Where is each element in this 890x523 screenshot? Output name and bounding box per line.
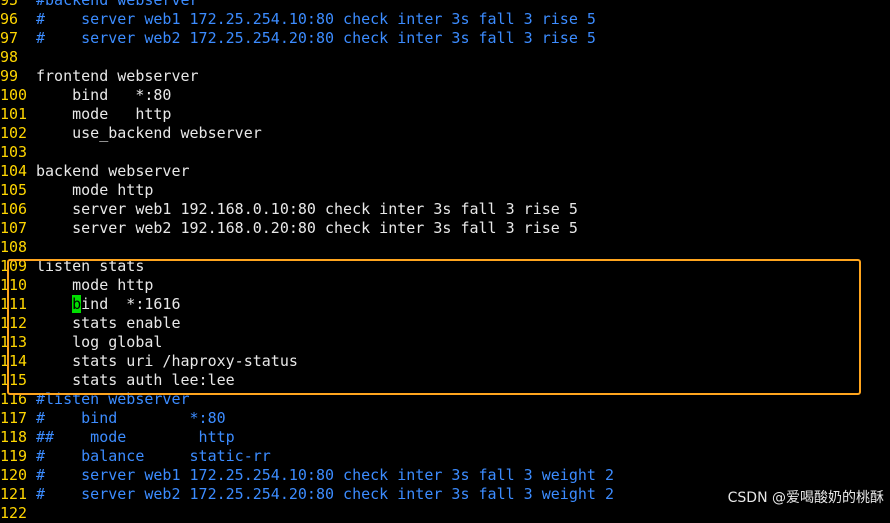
line-number: 97	[0, 29, 19, 47]
editor-line[interactable]: 120 # server web1 172.25.254.10:80 check …	[0, 466, 890, 485]
comment-text[interactable]: # server web1 172.25.254.10:80 check int…	[36, 466, 614, 484]
editor-line[interactable]: 100 bind *:80	[0, 86, 890, 105]
editor-line[interactable]: 102 use_backend webserver	[0, 124, 890, 143]
comment-text[interactable]: # server web2 172.25.254.20:80 check int…	[36, 485, 614, 503]
code-text[interactable]: server web2 192.168.0.20:80 check inter …	[36, 219, 578, 237]
line-number: 96	[0, 10, 19, 28]
editor-line[interactable]: 110 mode http	[0, 276, 890, 295]
editor-line[interactable]: 101 mode http	[0, 105, 890, 124]
line-number: 106	[0, 200, 28, 218]
line-number: 99	[0, 67, 19, 85]
editor-line[interactable]: 114 stats uri /haproxy-status	[0, 352, 890, 371]
line-number: 117	[0, 409, 28, 427]
editor-line[interactable]: 119 # balance static-rr	[0, 447, 890, 466]
editor-line[interactable]: 105 mode http	[0, 181, 890, 200]
line-number: 115	[0, 371, 28, 389]
editor-line[interactable]: 113 log global	[0, 333, 890, 352]
line-number: 119	[0, 447, 28, 465]
code-text[interactable]: frontend webserver	[36, 67, 199, 85]
code-text[interactable]: stats enable	[36, 314, 180, 332]
line-number: 95	[0, 0, 19, 9]
code-text[interactable]: backend webserver	[36, 162, 190, 180]
text-editor[interactable]: 95 #backend webserver 96 # server web1 172.…	[0, 0, 890, 523]
editor-line[interactable]: 104 backend webserver	[0, 162, 890, 181]
code-text[interactable]: bind *:80	[36, 86, 171, 104]
line-number: 110	[0, 276, 28, 294]
line-number: 105	[0, 181, 28, 199]
editor-line[interactable]: 115 stats auth lee:lee	[0, 371, 890, 390]
editor-line[interactable]: 99 frontend webserver	[0, 67, 890, 86]
editor-line[interactable]: 116 #listen webserver	[0, 390, 890, 409]
line-number: 120	[0, 466, 28, 484]
editor-line[interactable]: 95 #backend webserver	[0, 0, 890, 10]
line-number: 98	[0, 48, 19, 66]
editor-line[interactable]: 118 ## mode http	[0, 428, 890, 447]
line-number: 100	[0, 86, 28, 104]
line-number: 116	[0, 390, 28, 408]
code-text[interactable]: listen stats	[36, 257, 144, 275]
editor-line[interactable]: 96 # server web1 172.25.254.10:80 check i…	[0, 10, 890, 29]
comment-text[interactable]: ## mode http	[36, 428, 235, 446]
code-text[interactable]: mode http	[36, 276, 153, 294]
watermark: CSDN @爱喝酸奶的桃酥	[727, 490, 884, 506]
editor-line[interactable]: 108	[0, 238, 890, 257]
line-number: 101	[0, 105, 28, 123]
code-text[interactable]: stats uri /haproxy-status	[36, 352, 298, 370]
code-text[interactable]: bind *:1616	[36, 295, 181, 313]
editor-line[interactable]: 106 server web1 192.168.0.10:80 check in…	[0, 200, 890, 219]
comment-text[interactable]: #listen webserver	[36, 390, 190, 408]
line-number: 103	[0, 143, 28, 161]
line-number: 102	[0, 124, 28, 142]
code-text[interactable]: mode http	[36, 181, 153, 199]
code-text[interactable]: use_backend webserver	[36, 124, 262, 142]
comment-text[interactable]: # server web1 172.25.254.10:80 check int…	[36, 10, 596, 28]
editor-line[interactable]: 107 server web2 192.168.0.20:80 check in…	[0, 219, 890, 238]
editor-line[interactable]: 111 bind *:1616	[0, 295, 890, 314]
line-number: 121	[0, 485, 28, 503]
line-number: 108	[0, 238, 28, 256]
line-number: 107	[0, 219, 28, 237]
code-text[interactable]: log global	[36, 333, 162, 351]
comment-text[interactable]: # server web2 172.25.254.20:80 check int…	[36, 29, 596, 47]
code-text[interactable]: stats auth lee:lee	[36, 371, 235, 389]
editor-line[interactable]: 97 # server web2 172.25.254.20:80 check i…	[0, 29, 890, 48]
code-text[interactable]: server web1 192.168.0.10:80 check inter …	[36, 200, 578, 218]
line-number: 112	[0, 314, 28, 332]
editor-line[interactable]: 112 stats enable	[0, 314, 890, 333]
comment-text[interactable]: # balance static-rr	[36, 447, 271, 465]
code-text[interactable]: mode http	[36, 105, 171, 123]
editor-line[interactable]: 117 # bind *:80	[0, 409, 890, 428]
line-number: 113	[0, 333, 28, 351]
text-cursor: b	[72, 295, 82, 313]
line-number: 109	[0, 257, 28, 275]
line-number: 114	[0, 352, 28, 370]
line-number: 118	[0, 428, 28, 446]
line-number: 104	[0, 162, 28, 180]
comment-text[interactable]: # bind *:80	[36, 409, 226, 427]
editor-line[interactable]: 98	[0, 48, 890, 67]
line-number: 111	[0, 295, 28, 313]
editor-line[interactable]: 109 listen stats	[0, 257, 890, 276]
comment-text[interactable]: #backend webserver	[36, 0, 199, 9]
editor-line[interactable]: 103	[0, 143, 890, 162]
